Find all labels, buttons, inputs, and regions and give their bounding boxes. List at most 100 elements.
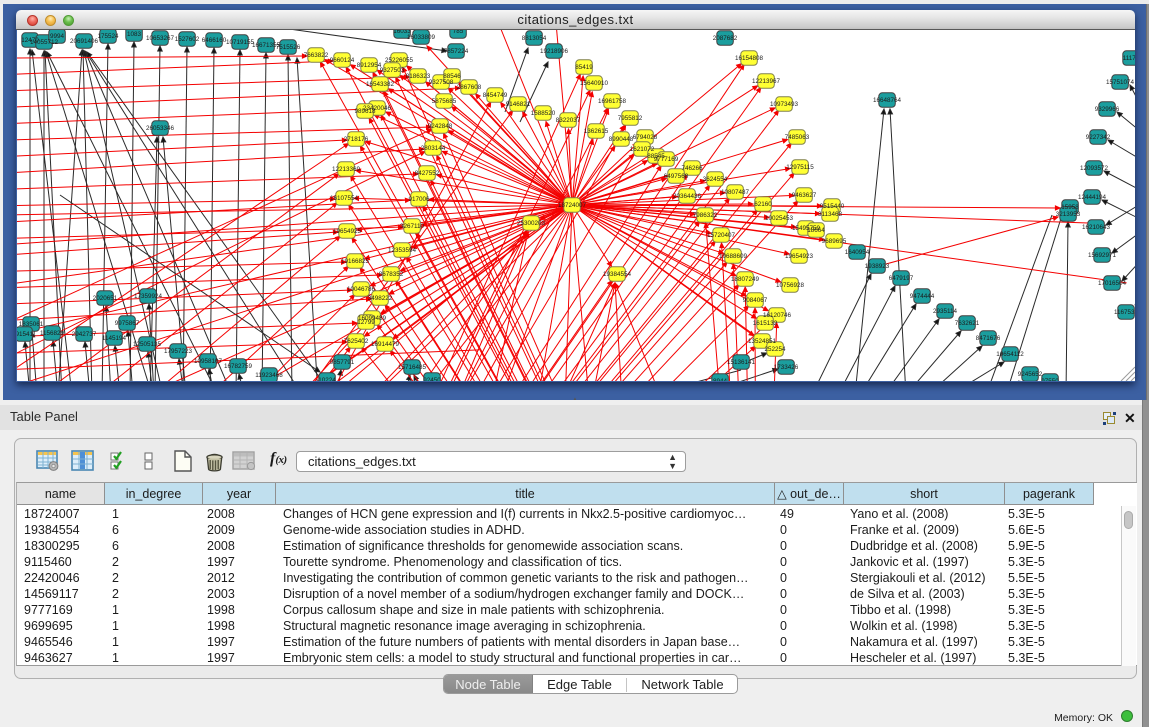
svg-text:14055712: 14055712: [30, 39, 59, 46]
svg-text:8813054: 8813054: [522, 35, 547, 42]
svg-text:16914479: 16914479: [371, 341, 400, 348]
svg-text:19654923: 19654923: [785, 253, 814, 260]
svg-text:11173: 11173: [1123, 55, 1135, 62]
svg-text:6479197: 6479197: [889, 275, 914, 282]
svg-text:9242848: 9242848: [428, 123, 453, 130]
svg-text:9660124: 9660124: [330, 57, 355, 64]
svg-text:1621072: 1621072: [630, 146, 655, 153]
svg-text:8912954: 8912954: [357, 62, 382, 69]
svg-text:18664: 18664: [807, 227, 825, 234]
svg-text:10719155: 10719155: [226, 39, 255, 46]
svg-text:16120746: 16120746: [763, 312, 792, 319]
svg-text:1640954: 1640954: [845, 249, 870, 256]
svg-text:3498222: 3498222: [368, 295, 393, 302]
svg-text:2020651: 2020651: [93, 295, 118, 302]
svg-text:92450: 92450: [423, 377, 441, 381]
svg-text:9146821: 9146821: [506, 101, 531, 108]
svg-text:10025453: 10025453: [765, 215, 794, 222]
svg-text:9474444: 9474444: [910, 293, 935, 300]
svg-text:7625402: 7625402: [344, 338, 369, 345]
svg-text:16154808: 16154808: [735, 55, 764, 62]
svg-text:3113468: 3113468: [818, 211, 843, 218]
svg-text:989618: 989618: [354, 108, 376, 115]
svg-text:15751074: 15751074: [1106, 79, 1135, 86]
svg-text:7632621: 7632621: [955, 320, 980, 327]
svg-text:1835061: 1835061: [19, 321, 44, 328]
svg-text:3267110: 3267110: [400, 223, 425, 230]
svg-text:13524851: 13524851: [748, 338, 777, 345]
svg-text:9245652: 9245652: [1018, 371, 1043, 378]
svg-text:7857224: 7857224: [444, 48, 469, 55]
svg-text:16782759: 16782759: [224, 363, 253, 370]
svg-text:1615132: 1615132: [753, 320, 778, 327]
svg-text:8454749: 8454749: [483, 92, 508, 99]
svg-text:2942737: 2942737: [72, 331, 97, 338]
svg-text:20691406: 20691406: [70, 38, 99, 45]
svg-text:10046786: 10046786: [347, 286, 376, 293]
svg-text:1588520: 1588520: [531, 110, 556, 117]
svg-text:17359924: 17359924: [134, 293, 163, 300]
svg-text:9857791: 9857791: [330, 359, 355, 366]
svg-text:1527602: 1527602: [175, 36, 200, 43]
svg-text:7955812: 7955812: [618, 115, 643, 122]
svg-text:3624554: 3624554: [703, 176, 728, 183]
svg-text:3213953: 3213953: [1056, 211, 1081, 218]
svg-text:6466160: 6466160: [202, 37, 227, 44]
svg-text:9327503: 9327503: [380, 67, 405, 74]
svg-text:20364436: 20364436: [673, 193, 702, 200]
svg-text:88546: 88546: [443, 73, 461, 80]
svg-text:1145194: 1145194: [102, 335, 127, 342]
svg-text:11923468: 11923468: [255, 372, 283, 379]
svg-text:19218906: 19218906: [540, 48, 569, 55]
svg-text:1733426: 1733426: [774, 364, 799, 371]
svg-text:16210643: 16210643: [1082, 224, 1111, 231]
svg-text:19166825: 19166825: [341, 258, 370, 265]
svg-text:12975115: 12975115: [786, 164, 814, 171]
svg-text:17016504: 17016504: [1098, 280, 1127, 287]
svg-text:25300203: 25300203: [517, 220, 546, 227]
svg-text:15692971: 15692971: [1088, 252, 1117, 259]
svg-text:10688609: 10688609: [719, 253, 748, 260]
svg-text:746266: 746266: [681, 165, 703, 172]
svg-text:19384554: 19384554: [603, 271, 632, 278]
svg-text:26053346: 26053346: [146, 125, 175, 132]
svg-text:8427552: 8427552: [415, 170, 440, 177]
svg-text:5875685: 5875685: [432, 98, 457, 105]
svg-text:6794028: 6794028: [633, 134, 658, 141]
svg-text:2718176: 2718176: [344, 136, 369, 143]
svg-text:6497568: 6497568: [664, 173, 689, 180]
svg-text:12213967: 12213967: [752, 78, 781, 85]
svg-text:18807249: 18807249: [731, 276, 760, 283]
svg-text:15136141: 15136141: [727, 359, 756, 366]
svg-text:785: 785: [453, 30, 464, 35]
svg-text:1156829: 1156829: [40, 330, 65, 337]
svg-text:2803144: 2803144: [421, 145, 446, 152]
svg-text:10807487: 10807487: [721, 189, 750, 196]
svg-text:917006: 917006: [408, 196, 430, 203]
svg-text:12799: 12799: [357, 319, 375, 326]
svg-text:10756928: 10756928: [776, 282, 805, 289]
svg-text:8678352: 8678352: [379, 271, 404, 278]
svg-text:12353594: 12353594: [388, 247, 417, 254]
svg-text:16107554: 16107554: [330, 195, 359, 202]
svg-text:12505135: 12505135: [133, 341, 162, 348]
svg-text:9463627: 9463627: [792, 192, 817, 199]
svg-text:19654925: 19654925: [333, 228, 362, 235]
svg-text:9777169: 9777169: [654, 156, 679, 163]
svg-text:7986322: 7986322: [693, 212, 718, 219]
svg-text:9227342: 9227342: [1086, 134, 1111, 141]
svg-text:7515526: 7515526: [276, 44, 301, 51]
svg-text:8944: 8944: [713, 378, 728, 381]
svg-text:9329966: 9329966: [1095, 106, 1120, 113]
svg-text:16543382: 16543382: [366, 81, 395, 88]
svg-text:2935114: 2935114: [933, 308, 958, 315]
svg-text:10654112: 10654112: [996, 351, 1024, 358]
svg-text:16033809: 16033809: [407, 34, 436, 41]
svg-text:9327508: 9327508: [429, 79, 454, 86]
svg-text:85419: 85419: [575, 64, 593, 71]
svg-text:7663822: 7663822: [304, 52, 329, 59]
svg-text:18724007: 18724007: [558, 202, 587, 209]
svg-text:1362615: 1362615: [584, 128, 609, 135]
svg-text:1167533: 1167533: [1114, 309, 1135, 316]
svg-text:252254: 252254: [764, 346, 786, 353]
